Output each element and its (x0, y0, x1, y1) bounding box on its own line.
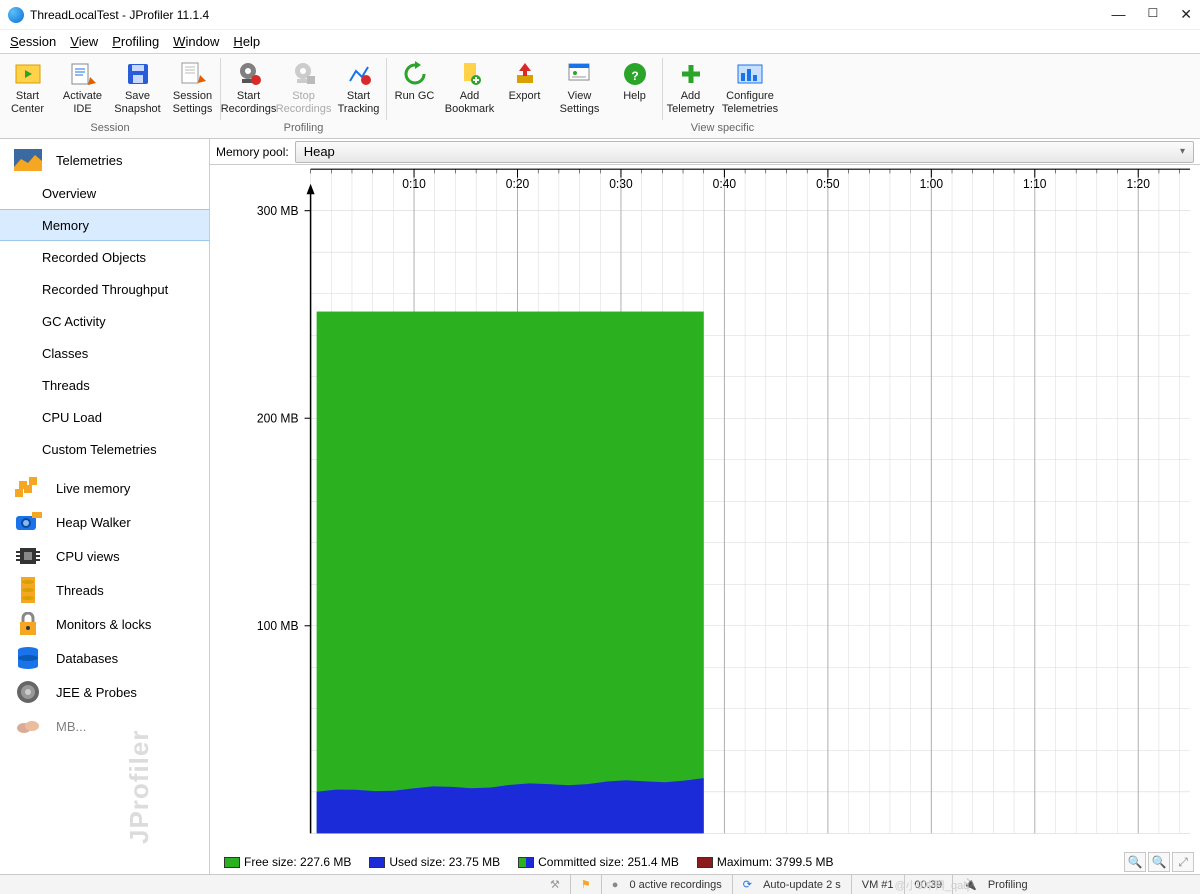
menu-profiling[interactable]: Profiling (112, 34, 159, 49)
sidebar-databases[interactable]: Databases (0, 641, 209, 675)
window-title: ThreadLocalTest - JProfiler 11.1.4 (30, 8, 209, 22)
app-icon (8, 7, 24, 23)
telemetries-icon (14, 146, 42, 174)
vm-label: VM #1 (862, 879, 894, 891)
session-settings-button[interactable]: Session Settings (165, 54, 220, 122)
maximize-button[interactable]: ☐ (1148, 6, 1159, 23)
sidebar-item-overview[interactable]: Overview (0, 177, 209, 209)
sidebar-item-cpu-load[interactable]: CPU Load (0, 401, 209, 433)
export-button[interactable]: Export (497, 54, 552, 122)
configure-telemetries-button[interactable]: Configure Telemetries (718, 54, 782, 122)
hammer-icon[interactable]: ⚒ (550, 878, 560, 891)
title-bar: ThreadLocalTest - JProfiler 11.1.4 ― ☐ ✕ (0, 0, 1200, 30)
sidebar-heap-walker[interactable]: Heap Walker (0, 505, 209, 539)
minimize-button[interactable]: ― (1112, 6, 1126, 23)
view-settings-button[interactable]: View Settings (552, 54, 607, 122)
activate-ide-button[interactable]: Activate IDE (55, 54, 110, 122)
lock-icon (14, 610, 42, 638)
help-button[interactable]: ?Help (607, 54, 662, 122)
toolbar: Start Center Activate IDE Save Snapshot … (0, 54, 1200, 139)
main-panel: Memory pool: Heap ▾ 0:10 0:20 0:30 0:40 0:50… (210, 139, 1200, 874)
svg-text:0:40: 0:40 (713, 177, 737, 191)
record-indicator-icon: ● (612, 879, 619, 891)
run-gc-button[interactable]: Run GC (387, 54, 442, 122)
svg-text:1:20: 1:20 (1126, 177, 1150, 191)
add-telemetry-button[interactable]: Add Telemetry (663, 54, 718, 122)
watermark: JProfiler (124, 730, 155, 845)
sidebar-threads[interactable]: Threads (0, 573, 209, 607)
menu-help[interactable]: Help (233, 34, 260, 49)
svg-text:?: ? (631, 69, 638, 83)
fit-button[interactable]: ⤢ (1172, 852, 1194, 872)
stop-recordings-button: Stop Recordings (276, 54, 331, 122)
start-recordings-button[interactable]: Start Recordings (221, 54, 276, 122)
sidebar: Telemetries Overview Memory Recorded Obj… (0, 139, 210, 874)
toolbar-group-profiling: Profiling (221, 122, 386, 138)
memory-chart[interactable]: 0:10 0:20 0:30 0:40 0:50 1:00 1:10 1:20 100 MB 20… (214, 165, 1196, 850)
flag-icon[interactable]: ⚑ (581, 878, 591, 891)
memory-pool-select[interactable]: Heap ▾ (295, 141, 1194, 163)
toolbar-group-session: Session (0, 122, 220, 138)
sidebar-item-classes[interactable]: Classes (0, 337, 209, 369)
live-memory-icon (14, 474, 42, 502)
menu-window[interactable]: Window (173, 34, 219, 49)
save-snapshot-button[interactable]: Save Snapshot (110, 54, 165, 122)
chevron-down-icon: ▾ (1180, 146, 1185, 157)
sidebar-jee-probes[interactable]: JEE & Probes (0, 675, 209, 709)
database-icon (14, 644, 42, 672)
menu-session[interactable]: Session (10, 34, 56, 49)
sidebar-item-recorded-throughput[interactable]: Recorded Throughput (0, 273, 209, 305)
zoom-in-button[interactable]: 🔍 (1124, 852, 1146, 872)
svg-text:0:20: 0:20 (506, 177, 530, 191)
toolbar-group-viewspec: View specific (663, 122, 782, 138)
chart-legend: Free size: 227.6 MB Used size: 23.75 MB … (210, 850, 1200, 874)
menu-bar: Session View Profiling Window Help (0, 30, 1200, 54)
sidebar-telemetries[interactable]: Telemetries (0, 143, 209, 177)
svg-text:1:10: 1:10 (1023, 177, 1047, 191)
memory-pool-label: Memory pool: (216, 145, 289, 159)
close-button[interactable]: ✕ (1180, 6, 1192, 23)
sidebar-item-custom-telemetries[interactable]: Custom Telemetries (0, 433, 209, 465)
refresh-icon[interactable]: ⟳ (743, 878, 752, 891)
sidebar-item-memory[interactable]: Memory (0, 209, 209, 241)
cpu-icon (14, 542, 42, 570)
sidebar-item-gc-activity[interactable]: GC Activity (0, 305, 209, 337)
sidebar-item-threads[interactable]: Threads (0, 369, 209, 401)
probes-icon (14, 678, 42, 706)
svg-text:0:50: 0:50 (816, 177, 840, 191)
threads-icon (14, 576, 42, 604)
svg-text:200 MB: 200 MB (257, 411, 299, 425)
mbeans-icon (14, 712, 42, 740)
svg-text:1:00: 1:00 (920, 177, 944, 191)
menu-view[interactable]: View (70, 34, 98, 49)
sidebar-live-memory[interactable]: Live memory (0, 471, 209, 505)
sidebar-cpu-views[interactable]: CPU views (0, 539, 209, 573)
start-tracking-button[interactable]: Start Tracking (331, 54, 386, 122)
svg-text:0:30: 0:30 (609, 177, 633, 191)
start-center-button[interactable]: Start Center (0, 54, 55, 122)
svg-text:100 MB: 100 MB (257, 619, 299, 633)
zoom-out-button[interactable]: 🔍 (1148, 852, 1170, 872)
status-bar: ⚒ ⚑ ● 0 active recordings ⟳ Auto-update … (0, 874, 1200, 894)
sidebar-item-truncated[interactable]: MB... (0, 709, 209, 743)
add-bookmark-button[interactable]: Add Bookmark (442, 54, 497, 122)
svg-text:300 MB: 300 MB (257, 204, 299, 218)
svg-text:0:10: 0:10 (402, 177, 426, 191)
heap-walker-icon (14, 508, 42, 536)
sidebar-monitors[interactable]: Monitors & locks (0, 607, 209, 641)
sidebar-item-recorded-objects[interactable]: Recorded Objects (0, 241, 209, 273)
